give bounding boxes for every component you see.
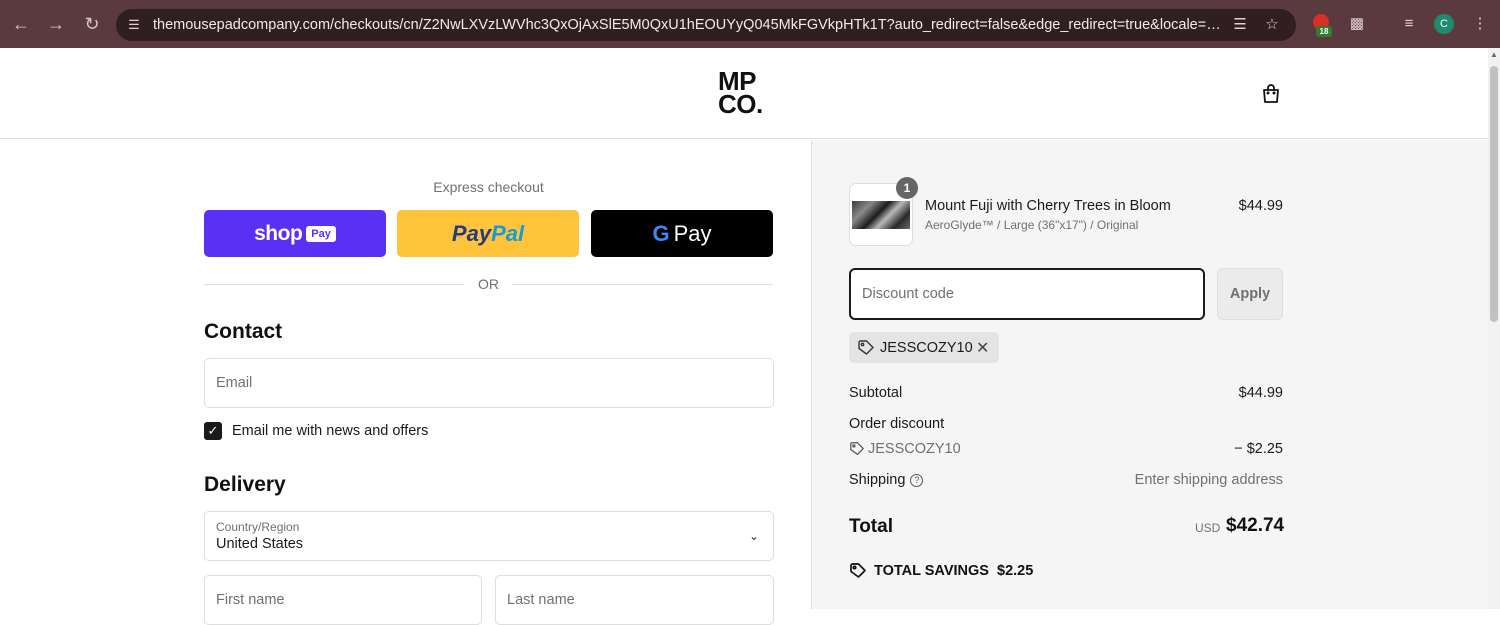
chevron-down-icon: ⌄ xyxy=(748,529,759,543)
apply-discount-button[interactable]: Apply xyxy=(1217,268,1283,320)
first-name-field[interactable]: First name xyxy=(204,575,482,625)
back-icon[interactable]: ← xyxy=(8,11,34,37)
extensions-puzzle-icon[interactable]: ▩ xyxy=(1346,13,1368,35)
extension-badge: 18 xyxy=(1316,26,1332,37)
country-select[interactable]: Country/Region United States ⌄ xyxy=(204,511,774,561)
product-variant: AeroGlyde™ / Large (36"x17") / Original xyxy=(925,218,1139,232)
first-name-placeholder: First name xyxy=(216,592,285,608)
site-settings-icon[interactable]: ☰ xyxy=(124,15,144,35)
google-g-icon: G xyxy=(652,220,670,246)
reading-list-icon[interactable]: ≡ xyxy=(1398,13,1420,35)
discount-placeholder: Discount code xyxy=(862,286,954,302)
checkout-form: Express checkout shop Pay PayPal G Pay O… xyxy=(0,140,811,625)
google-pay-button[interactable]: G Pay xyxy=(591,210,773,257)
applied-discount-chip: JESSCOZY10 ✕ xyxy=(849,332,999,363)
paypal-button[interactable]: PayPal xyxy=(397,210,579,257)
total-currency: USD xyxy=(1195,521,1221,535)
savings-tag-icon xyxy=(850,563,866,578)
email-placeholder: Email xyxy=(216,375,253,391)
savings-label: TOTAL SAVINGS xyxy=(874,563,989,579)
subtotal-value: $44.99 xyxy=(1238,385,1283,401)
forward-icon[interactable]: → xyxy=(43,11,69,37)
order-discount-value: − $2.25 xyxy=(1234,441,1283,457)
email-field[interactable]: Email xyxy=(204,358,774,408)
scroll-up-arrow-icon[interactable]: ▲ xyxy=(1490,50,1498,59)
or-divider: OR xyxy=(204,276,773,294)
shop-pay-badge: Pay xyxy=(306,225,336,242)
shop-pay-button[interactable]: shop Pay xyxy=(204,210,386,257)
quantity-badge: 1 xyxy=(896,177,918,199)
menu-kebab-icon[interactable]: ⋮ xyxy=(1469,13,1491,35)
contact-heading: Contact xyxy=(204,320,283,343)
express-checkout-label: Express checkout xyxy=(433,179,544,195)
total-savings: TOTAL SAVINGS $2.25 xyxy=(874,563,1033,579)
product-image xyxy=(852,201,910,229)
shopping-bag-icon[interactable] xyxy=(1259,82,1283,106)
google-pay-word: Pay xyxy=(673,220,712,246)
product-name: Mount Fuji with Cherry Trees in Bloom xyxy=(925,198,1171,214)
logo-line2: CO. xyxy=(718,89,763,119)
shop-pay-word: shop xyxy=(254,221,303,245)
country-value: United States xyxy=(216,536,304,552)
reload-icon[interactable]: ↻ xyxy=(79,11,105,37)
newsletter-checkbox[interactable]: ✓ xyxy=(204,422,222,440)
total-label: Total xyxy=(849,516,893,537)
last-name-placeholder: Last name xyxy=(507,592,575,608)
newsletter-label[interactable]: Email me with news and offers xyxy=(232,423,428,439)
discount-code-field[interactable]: Discount code xyxy=(849,268,1205,320)
order-discount-label: Order discount xyxy=(849,416,945,432)
product-price: $44.99 xyxy=(1238,198,1283,214)
order-summary: 1 Mount Fuji with Cherry Trees in Bloom … xyxy=(811,140,1488,609)
country-label: Country/Region xyxy=(216,520,300,534)
last-name-field[interactable]: Last name xyxy=(495,575,774,625)
or-label: OR xyxy=(478,276,499,292)
total-value: $42.74 xyxy=(1226,515,1285,536)
browser-toolbar: ← → ↻ ☰ themousepadcompany.com/checkouts… xyxy=(0,0,1500,48)
delivery-heading: Delivery xyxy=(204,473,286,496)
savings-value: $2.25 xyxy=(997,563,1034,579)
paypal-logo: PayPal xyxy=(451,220,525,246)
shipping-value: Enter shipping address xyxy=(1134,472,1283,488)
tag-icon xyxy=(858,340,874,355)
address-bar[interactable]: ☰ themousepadcompany.com/checkouts/cn/Z2… xyxy=(116,9,1296,41)
scrollbar-thumb[interactable] xyxy=(1490,66,1498,322)
checkout-header: MP CO. xyxy=(0,48,1488,139)
profile-avatar[interactable]: C xyxy=(1434,14,1454,34)
remove-discount-close-icon[interactable]: ✕ xyxy=(976,338,989,358)
page-scrollbar[interactable]: ▲ xyxy=(1488,48,1500,609)
store-logo[interactable]: MP CO. xyxy=(718,68,763,119)
translate-icon[interactable]: ☰ xyxy=(1230,15,1250,35)
bookmark-star-icon[interactable]: ☆ xyxy=(1262,15,1282,35)
url-text[interactable]: themousepadcompany.com/checkouts/cn/Z2Nw… xyxy=(153,17,1223,33)
applied-discount-code: JESSCOZY10 xyxy=(880,340,973,356)
